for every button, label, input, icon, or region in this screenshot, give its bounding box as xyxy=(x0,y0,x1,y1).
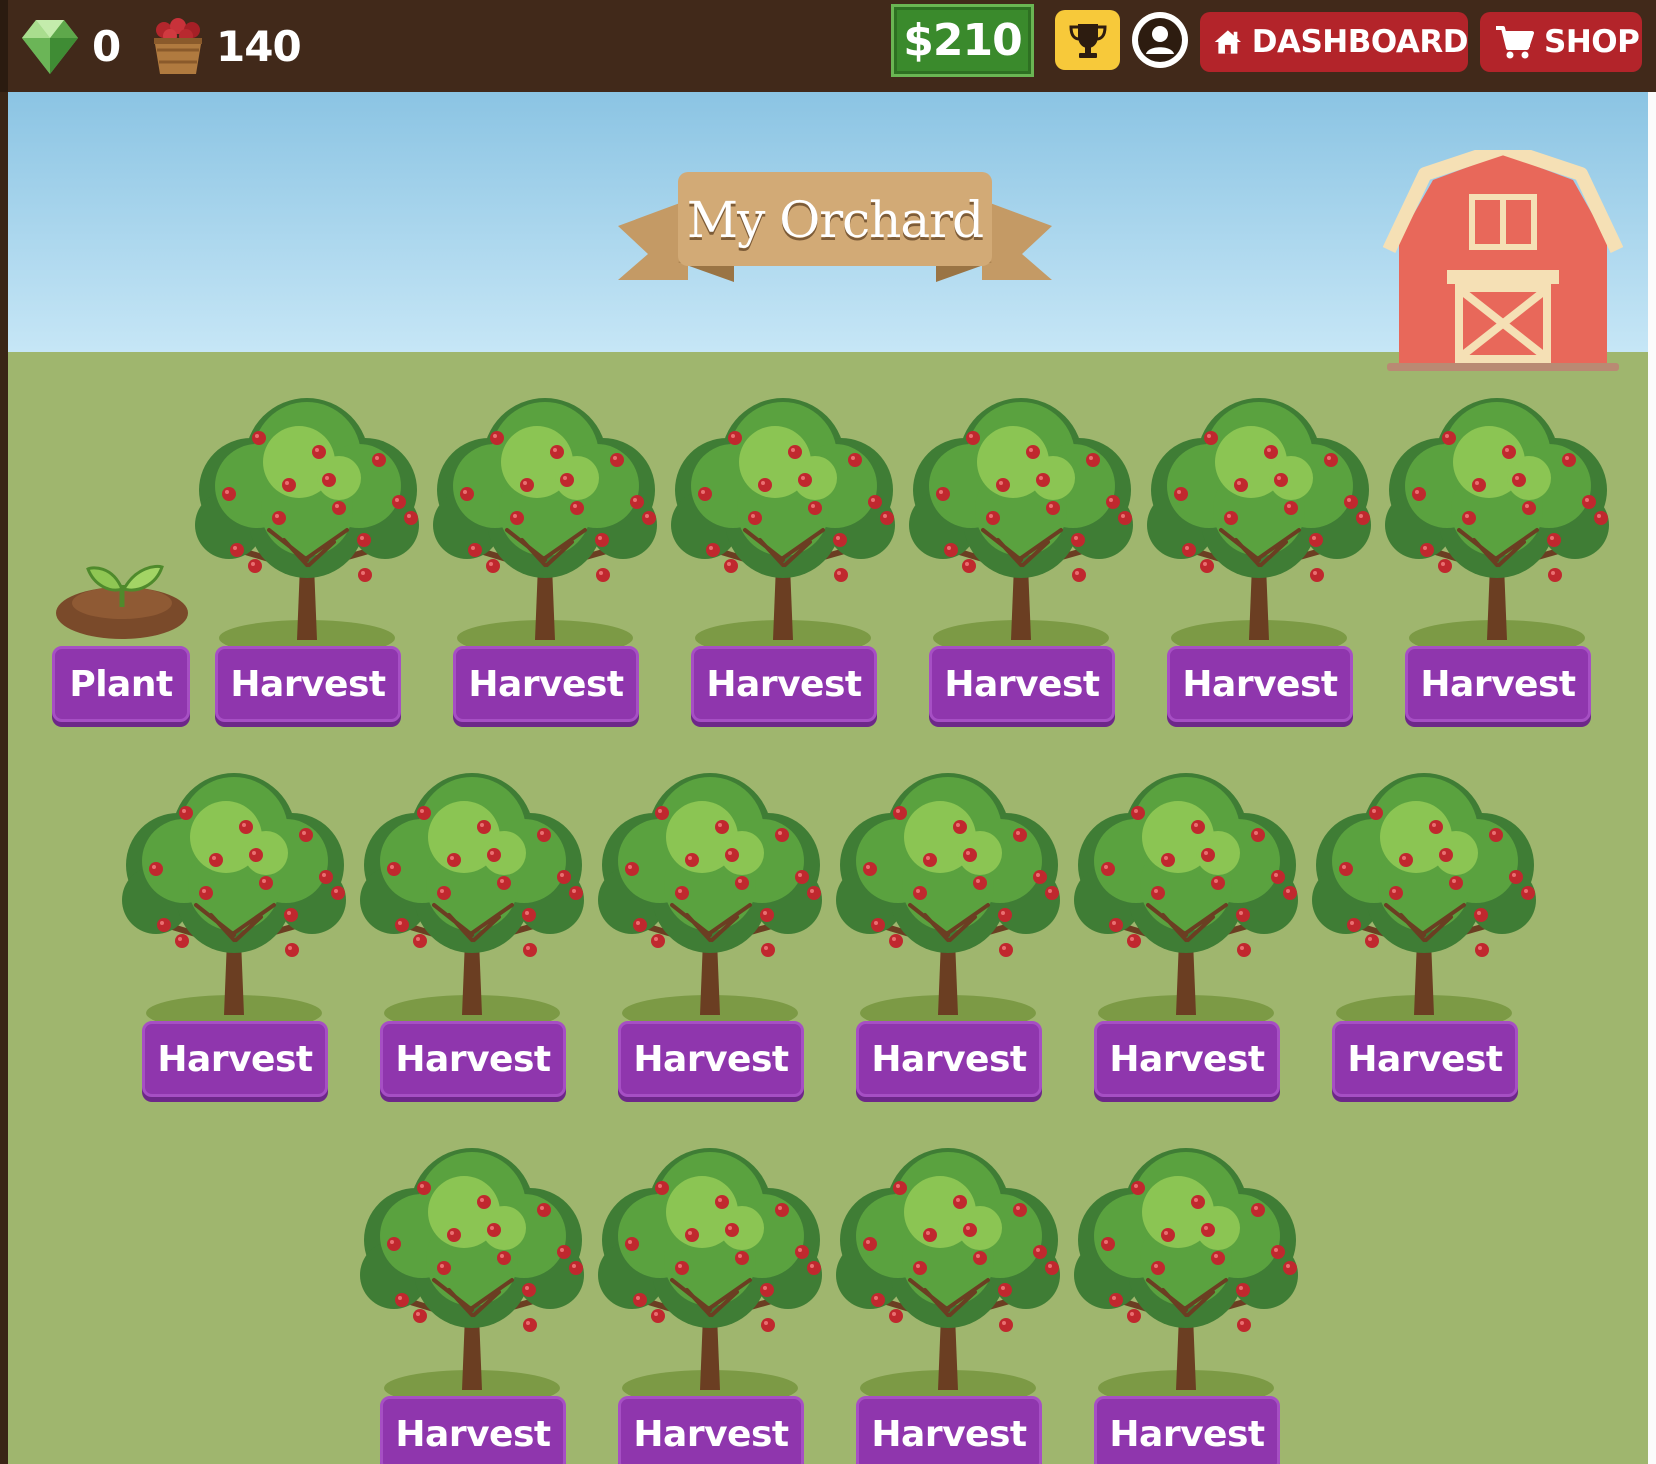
harvest-button[interactable]: Harvest xyxy=(142,1021,328,1097)
orchard-game: 0 140 $210 DASHBOARD SHOP My Orchard Pla… xyxy=(0,0,1656,1464)
barn-icon[interactable] xyxy=(1383,150,1623,375)
cart-icon xyxy=(1496,26,1534,59)
harvest-button[interactable]: Harvest xyxy=(1094,1396,1280,1464)
harvest-button[interactable]: Harvest xyxy=(1167,646,1353,722)
apple-tree-icon xyxy=(598,773,822,1025)
harvest-button[interactable]: Harvest xyxy=(618,1021,804,1097)
apple-tree-icon xyxy=(433,398,657,650)
gem-counter: 0 xyxy=(18,8,121,84)
harvest-button[interactable]: Harvest xyxy=(856,1021,1042,1097)
page-title: My Orchard xyxy=(686,191,984,249)
seedling-icon xyxy=(56,564,188,639)
harvest-button[interactable]: Harvest xyxy=(380,1396,566,1464)
apple-tree-plot: Harvest xyxy=(1379,390,1615,730)
seedling-plot: Plant xyxy=(52,390,192,730)
apple-tree-plot: Harvest xyxy=(427,390,663,730)
gem-icon xyxy=(22,20,78,74)
apple-tree-icon xyxy=(1074,773,1298,1025)
apple-tree-plot: Harvest xyxy=(354,765,590,1105)
harvest-button[interactable]: Harvest xyxy=(856,1396,1042,1464)
gem-count: 0 xyxy=(92,21,121,71)
achievements-button[interactable] xyxy=(1055,10,1120,70)
apple-tree-icon xyxy=(1312,773,1536,1025)
apple-tree-plot: Harvest xyxy=(903,390,1139,730)
apple-tree-plot: Harvest xyxy=(116,765,352,1105)
apple-tree-icon xyxy=(360,773,584,1025)
harvest-button[interactable]: Harvest xyxy=(1094,1021,1280,1097)
apple-tree-plot: Harvest xyxy=(830,1140,1066,1464)
window-edge xyxy=(1648,92,1656,1464)
plant-button[interactable]: Plant xyxy=(52,646,190,722)
apple-tree-icon xyxy=(122,773,346,1025)
harvest-button[interactable]: Harvest xyxy=(380,1021,566,1097)
apple-basket-icon xyxy=(154,18,202,74)
apple-tree-plot: Harvest xyxy=(1068,1140,1304,1464)
profile-button[interactable] xyxy=(1132,12,1188,68)
apple-counter: 140 xyxy=(148,8,302,84)
apple-tree-plot: Harvest xyxy=(1141,390,1377,730)
user-icon xyxy=(1138,18,1182,62)
shop-button[interactable]: SHOP xyxy=(1480,12,1642,72)
shop-label: SHOP xyxy=(1544,24,1640,60)
harvest-button[interactable]: Harvest xyxy=(453,646,639,722)
harvest-button[interactable]: Harvest xyxy=(618,1396,804,1464)
apple-tree-icon xyxy=(598,1148,822,1400)
apple-tree-plot: Harvest xyxy=(1068,765,1304,1105)
dashboard-button[interactable]: DASHBOARD xyxy=(1200,12,1469,72)
apple-tree-plot: Harvest xyxy=(354,1140,590,1464)
harvest-button[interactable]: Harvest xyxy=(929,646,1115,722)
apple-tree-icon xyxy=(836,773,1060,1025)
harvest-button[interactable]: Harvest xyxy=(1405,646,1591,722)
apple-tree-icon xyxy=(836,1148,1060,1400)
money-balance: $210 xyxy=(891,4,1034,77)
trophy-icon xyxy=(1068,24,1107,58)
harvest-button[interactable]: Harvest xyxy=(691,646,877,722)
home-icon xyxy=(1214,30,1242,54)
apple-count: 140 xyxy=(216,21,302,71)
apple-tree-icon xyxy=(1074,1148,1298,1400)
harvest-button[interactable]: Harvest xyxy=(1332,1021,1518,1097)
apple-tree-icon xyxy=(909,398,1133,650)
apple-tree-plot: Harvest xyxy=(1306,765,1542,1105)
top-bar: 0 140 $210 DASHBOARD SHOP xyxy=(0,0,1656,92)
apple-tree-plot: Harvest xyxy=(592,765,828,1105)
apple-tree-icon xyxy=(671,398,895,650)
apple-tree-icon xyxy=(195,398,419,650)
apple-tree-icon xyxy=(1147,398,1371,650)
apple-tree-plot: Harvest xyxy=(665,390,901,730)
apple-tree-plot: Harvest xyxy=(189,390,425,730)
apple-tree-plot: Harvest xyxy=(592,1140,828,1464)
harvest-button[interactable]: Harvest xyxy=(215,646,401,722)
dashboard-label: DASHBOARD xyxy=(1251,24,1469,60)
apple-tree-icon xyxy=(1385,398,1609,650)
apple-tree-icon xyxy=(360,1148,584,1400)
apple-tree-plot: Harvest xyxy=(830,765,1066,1105)
